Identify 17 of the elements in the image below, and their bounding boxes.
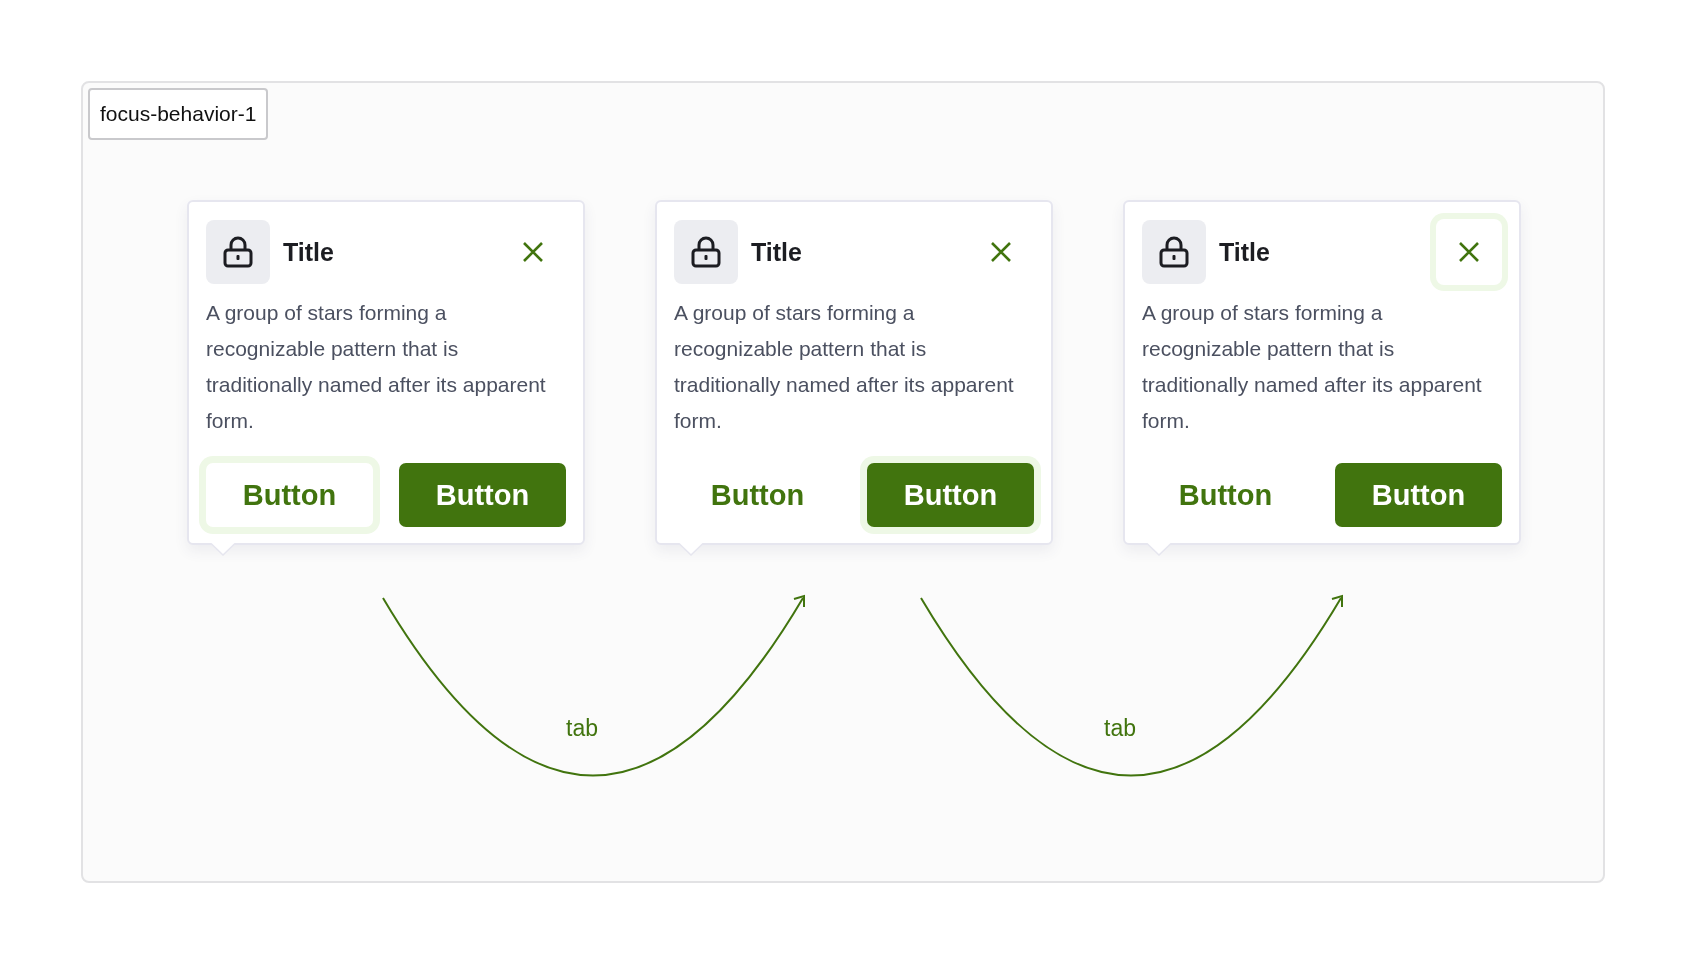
close-icon [990,241,1012,263]
popover-text: A group of stars forming a recognizable pattern that is traditionally named after its apparent form. [206,300,547,434]
primary-button[interactable]: Button [1335,463,1502,527]
popover-text: A group of stars forming a recognizable pattern that is traditionally named after its apparent form. [1142,300,1483,434]
popover-text: A group of stars forming a recognizable pattern that is traditionally named after its apparent form. [674,300,1015,434]
popover-title: Title [751,237,803,267]
lock-icon [691,236,721,268]
primary-button[interactable]: Button [399,463,566,527]
example-label: focus-behavior-1 [88,88,269,140]
close-icon [522,241,544,263]
lock-icon [1159,236,1189,268]
transition-label: tab [566,715,598,742]
transition-label: tab [1104,715,1136,742]
close-icon [1458,241,1480,263]
popover-title: Title [1219,237,1271,267]
popover-title: Title [283,237,335,267]
lock-icon [223,236,253,268]
